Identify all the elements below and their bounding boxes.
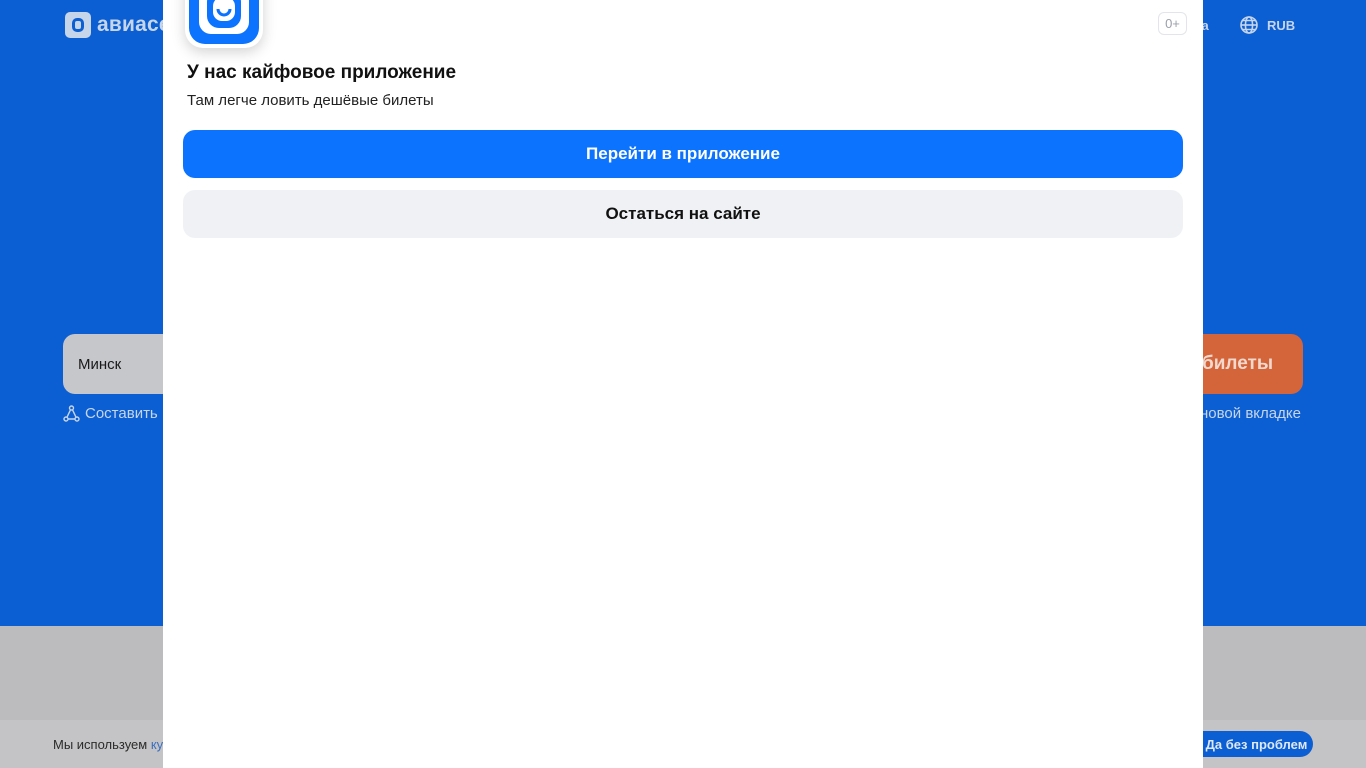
- open-app-button[interactable]: Перейти в приложение: [183, 130, 1183, 178]
- modal-title: У нас кайфовое приложение: [187, 62, 457, 83]
- route-icon: [63, 405, 80, 422]
- currency-label: RUB: [1267, 17, 1296, 33]
- logo-icon: [65, 12, 91, 38]
- currency-selector[interactable]: RUB: [1239, 15, 1295, 35]
- app-promo-modal: 0+ У нас кайфовое приложение Там легче л…: [163, 0, 1203, 768]
- age-rating-badge: 0+: [1158, 12, 1187, 35]
- app-icon: [185, 0, 263, 48]
- modal-subtitle: Там легче ловить дешёвые билеты: [187, 92, 434, 109]
- logo-text: авиасе: [97, 13, 171, 36]
- compose-route-link[interactable]: Составить: [63, 405, 158, 422]
- open-in-new-tab-label[interactable]: новой вкладке: [1200, 405, 1301, 422]
- cookie-policy-link[interactable]: ку: [151, 737, 163, 752]
- site-logo[interactable]: авиасе: [65, 12, 171, 38]
- cookie-text: Мы используем ку: [53, 737, 163, 752]
- stay-on-site-button[interactable]: Остаться на сайте: [183, 190, 1183, 238]
- origin-value: Минск: [78, 355, 122, 373]
- cookie-text-label: Мы используем: [53, 737, 151, 752]
- search-button-label: билеты: [1202, 353, 1274, 374]
- compose-route-label: Составить: [85, 405, 158, 422]
- cookie-accept-button[interactable]: Да без проблем: [1190, 731, 1313, 757]
- globe-icon: [1240, 16, 1258, 34]
- app-logo-icon: [189, 0, 259, 44]
